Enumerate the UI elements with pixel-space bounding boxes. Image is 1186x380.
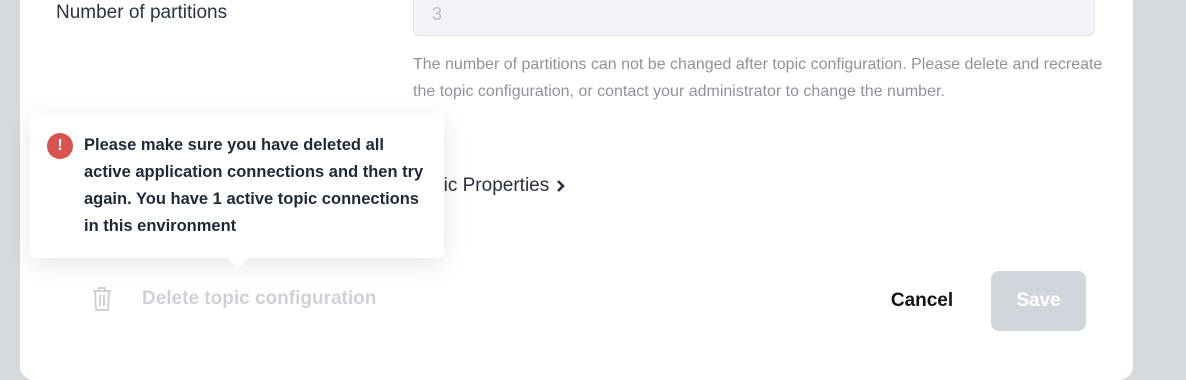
partitions-input: 3: [413, 0, 1095, 36]
cancel-button[interactable]: Cancel: [872, 280, 972, 322]
trash-icon: [93, 287, 111, 311]
partitions-value: 3: [432, 4, 443, 24]
delete-topic-label: Delete topic configuration: [142, 288, 377, 309]
tooltip-message: Please make sure you have deleted all ac…: [84, 136, 424, 235]
partitions-label: Number of partitions: [56, 2, 228, 23]
chevron-right-icon: [557, 180, 566, 192]
partitions-help-text: The number of partitions can not be chan…: [413, 56, 1103, 100]
error-icon: !: [47, 133, 73, 159]
delete-topic-button[interactable]: Delete topic configuration: [90, 286, 376, 312]
save-button[interactable]: Save: [991, 271, 1086, 331]
delete-warning-tooltip: ! Please make sure you have deleted all …: [30, 113, 444, 268]
